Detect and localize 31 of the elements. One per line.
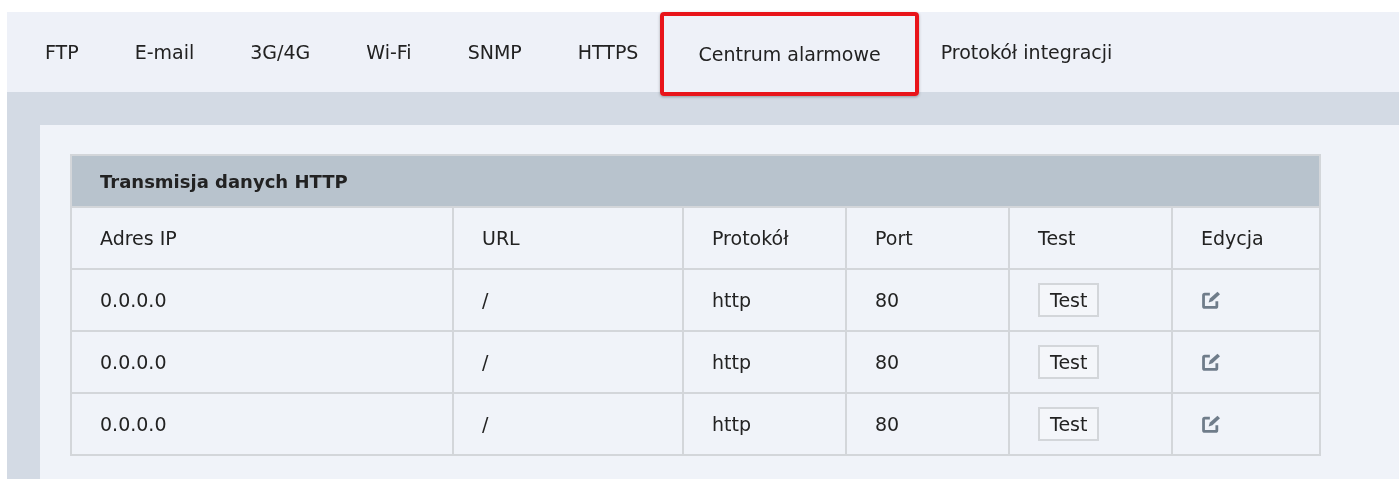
table-cell: 0.0.0.0 [71,331,453,393]
table-cell: 80 [846,269,1009,331]
table-cell: / [453,331,683,393]
test-button[interactable]: Test [1038,283,1100,317]
table-cell: / [453,269,683,331]
column-header: Adres IP [71,207,453,269]
test-button[interactable]: Test [1038,345,1100,379]
column-header: Edycja [1172,207,1320,269]
tab[interactable]: SNMP [439,12,550,92]
tab[interactable]: E-mail [106,12,223,92]
edit-icon[interactable] [1201,414,1220,434]
table-cell: http [683,269,846,331]
column-header: Protokół [683,207,846,269]
table-title: Transmisja danych HTTP [71,155,1320,207]
table-cell: / [453,393,683,455]
table-cell: 0.0.0.0 [71,393,453,455]
table-cell: 80 [846,393,1009,455]
edit-icon[interactable] [1201,290,1220,310]
table-cell: 0.0.0.0 [71,269,453,331]
tab[interactable]: Centrum alarmowe [660,12,919,96]
edit-icon[interactable] [1201,352,1220,372]
table-cell: http [683,331,846,393]
tab[interactable]: Wi-Fi [338,12,440,92]
tab[interactable]: FTP [17,12,107,92]
column-header: Test [1009,207,1172,269]
column-header: Port [846,207,1009,269]
tab[interactable]: 3G/4G [222,12,339,92]
table-cell: 80 [846,331,1009,393]
test-button[interactable]: Test [1038,407,1100,441]
table-cell: http [683,393,846,455]
column-header: URL [453,207,683,269]
